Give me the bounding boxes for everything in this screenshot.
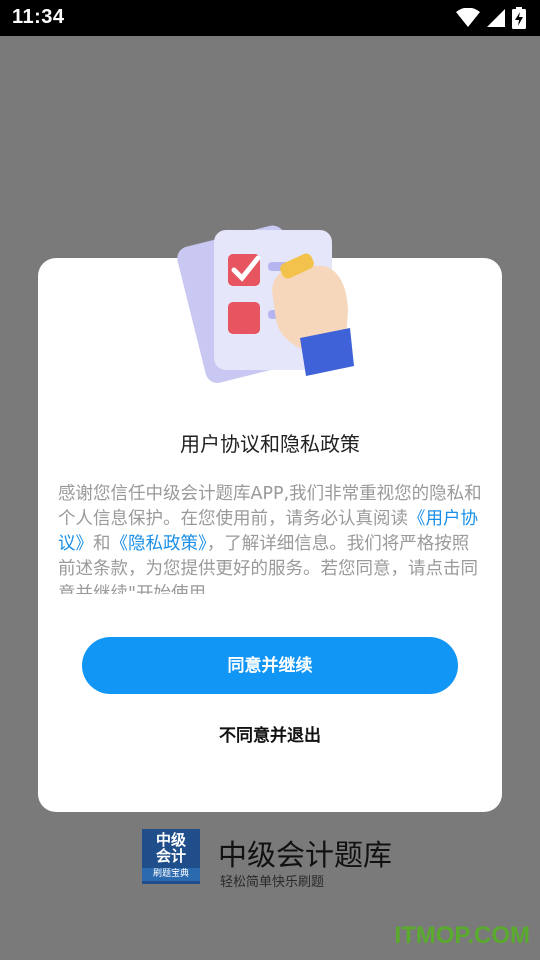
logo-text-line2: 会计 (155, 847, 186, 865)
logo-subtitle: 刷题宝典 (142, 868, 200, 881)
agree-button[interactable]: 同意并继续 (82, 637, 458, 694)
signal-icon (487, 9, 505, 27)
privacy-policy-link[interactable]: 《隐私政策》 (111, 534, 207, 554)
battery-charging-icon (512, 7, 526, 29)
status-icons (456, 7, 526, 29)
app-logo: 中级 会计 刷题宝典 (142, 829, 200, 884)
watermark: ITMOP.COM (394, 922, 530, 949)
decline-button[interactable]: 不同意并退出 (170, 722, 370, 750)
status-bar: 11:34 (0, 0, 540, 36)
app-name: 中级会计题库 (218, 838, 393, 872)
wifi-icon (456, 8, 480, 27)
status-time: 11:34 (12, 6, 65, 28)
dialog-title: 用户协议和隐私政策 (180, 432, 360, 456)
logo-text-line1: 中级 (155, 831, 186, 849)
dialog-body: 感谢您信任中级会计题库APP,我们非常重视您的隐私和个人信息保护。在您使用前，请… (58, 482, 482, 594)
body-text-and: 和 (93, 534, 111, 554)
app-slogan: 轻松简单快乐刷题 (220, 875, 325, 890)
checklist-illustration (177, 225, 354, 383)
